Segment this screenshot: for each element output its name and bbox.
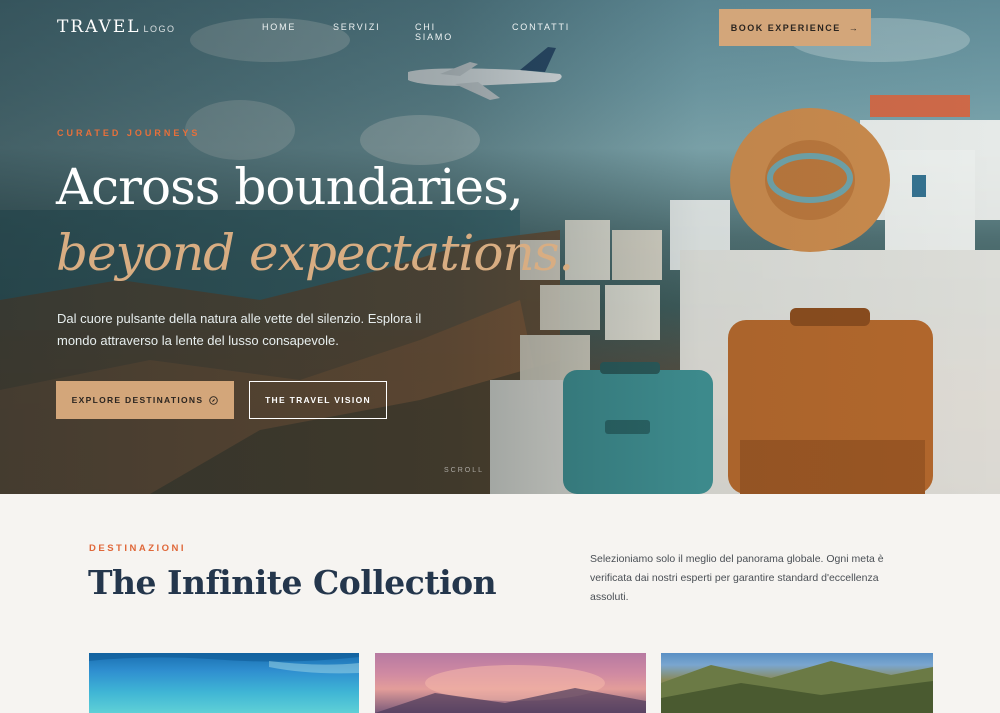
collection-description: Selezioniamo solo il meglio del panorama…: [590, 553, 884, 603]
destination-image-sea: [89, 653, 359, 674]
destination-image-sunset: [375, 665, 646, 713]
nav-link-servizi[interactable]: SERVIZI: [333, 22, 380, 32]
site-logo[interactable]: TRAVEL LOGO: [57, 17, 176, 37]
logo-wordmark: TRAVEL: [57, 17, 141, 37]
explore-destinations-label: EXPLORE DESTINATIONS: [71, 395, 204, 405]
hero-title-line-1: Across boundaries,: [56, 158, 524, 216]
destination-image-hills: [661, 661, 933, 713]
hero-eyebrow: CURATED JOURNEYS: [57, 128, 201, 138]
nav-link-chi-siamo[interactable]: CHI SIAMO: [415, 22, 453, 42]
book-experience-label: BOOK EXPERIENCE: [730, 22, 841, 33]
destination-card-sea[interactable]: [89, 653, 359, 713]
logo-subtext: LOGO: [143, 24, 176, 34]
arrow-right-icon: →: [848, 22, 860, 33]
compass-icon: [209, 395, 219, 405]
travel-vision-button[interactable]: THE TRAVEL VISION: [249, 381, 387, 419]
hero-lead-text: Dal cuore pulsante della natura alle vet…: [57, 311, 422, 348]
nav-link-contatti[interactable]: CONTATTI: [512, 22, 570, 32]
nav-link-home[interactable]: HOME: [262, 22, 296, 32]
book-experience-button[interactable]: BOOK EXPERIENCE →: [719, 9, 871, 46]
scroll-indicator[interactable]: SCROLL: [444, 467, 484, 474]
destination-card-sunset[interactable]: [375, 653, 646, 713]
destination-card-hills[interactable]: [661, 653, 933, 713]
explore-destinations-button[interactable]: EXPLORE DESTINATIONS: [56, 381, 234, 419]
collection-eyebrow: DESTINAZIONI: [89, 543, 187, 554]
hero-section: TRAVEL LOGO HOME SERVIZI CHI SIAMO CONTAT…: [0, 0, 1000, 494]
collection-title: The Infinite Collection: [88, 563, 497, 602]
hero-title-line-2: beyond expectations.: [56, 224, 574, 282]
